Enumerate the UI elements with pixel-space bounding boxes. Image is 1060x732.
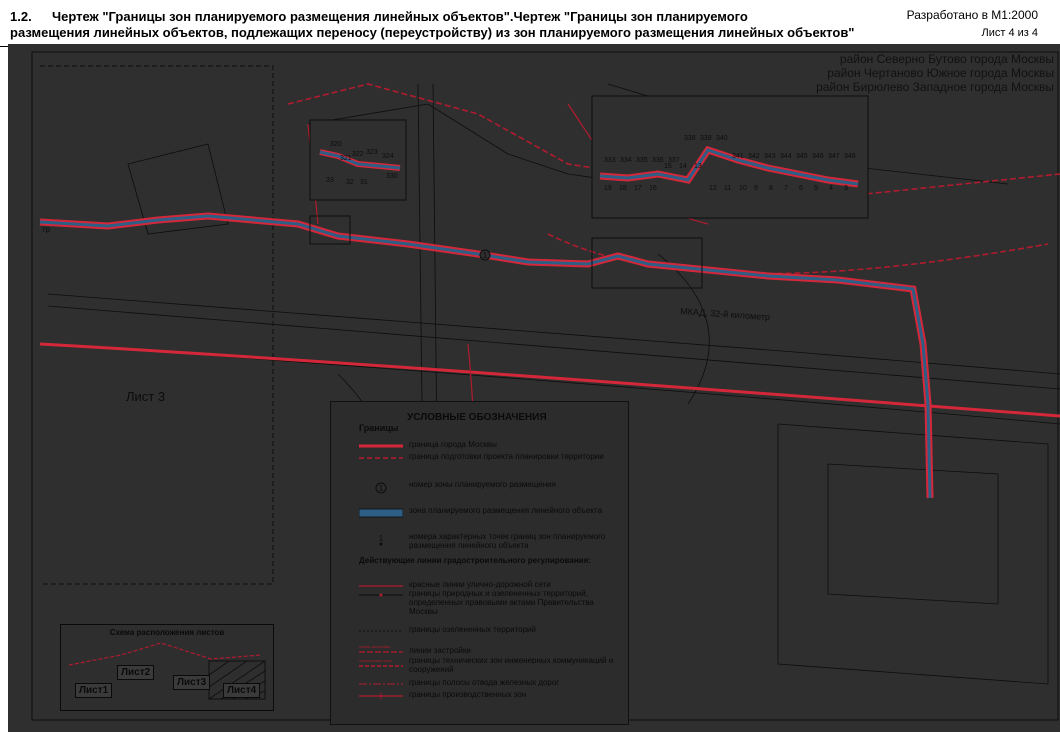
point-label: 323 — [366, 149, 378, 156]
legend-symbol-planning-boundary — [359, 457, 403, 459]
district-label-1: район Северно Бутово города Москвы — [839, 52, 1054, 66]
scheme-sheet-2: Лист2 — [117, 665, 155, 680]
page-header: 1.2. Чертеж "Границы зон планируемого ра… — [0, 0, 1060, 47]
sheet3-label: Лист 3 — [126, 389, 166, 404]
legend-symbol-moscow-boundary — [359, 444, 403, 448]
point-label: 32 — [346, 179, 354, 186]
scheme-sheet-3: Лист3 — [173, 675, 211, 690]
legend-symbol-building-lines: линия застройки — [359, 644, 403, 653]
sheet3-boundary — [40, 65, 274, 585]
point-label: 321 — [340, 155, 352, 162]
title-line-2: размещения линейных объектов, подлежащих… — [10, 25, 855, 40]
legend-symbol-green-territories — [359, 630, 403, 632]
district-label-2: район Чертаново Южное города Москвы — [827, 66, 1054, 80]
legend-title: УСЛОВНЫЕ ОБОЗНАЧЕНИЯ — [407, 412, 547, 423]
legend-symbol-zone-number: 1 — [375, 482, 387, 494]
svg-text:линия застройки: линия застройки — [359, 644, 390, 649]
point-sub-label: 10 — [739, 185, 747, 192]
scheme-sheet-1: Лист1 — [75, 683, 113, 698]
point-sub-label: 19 — [604, 185, 612, 192]
point-sub-label: 9 — [754, 185, 758, 192]
legend-symbol-red-lines — [359, 585, 403, 587]
point-label: 345 — [796, 153, 808, 160]
sheet-layout-scheme: Схема расположения листов Лист1 Лист2 Ли… — [60, 624, 274, 711]
section-number: 1.2. — [10, 9, 32, 24]
page-title: Чертеж "Границы зон планируемого размеще… — [10, 9, 892, 41]
point-label: 336 — [652, 157, 664, 164]
title-line-1: Чертеж "Границы зон планируемого размеще… — [52, 9, 748, 24]
point-label: 342 — [748, 153, 760, 160]
legend-symbol-technical-zones: техническая зона — [359, 658, 403, 667]
point-sub-label: 14 — [679, 163, 687, 170]
point-sub-label: 7 — [784, 185, 788, 192]
point-label: 334 — [620, 157, 632, 164]
point-label: 347 — [828, 153, 840, 160]
point-sub-label: 4 — [829, 185, 833, 192]
svg-text:техническая зона: техническая зона — [359, 658, 392, 663]
point-sub-label: 13 — [694, 163, 702, 170]
legend-symbol-natural-territories — [359, 593, 403, 597]
point-sub-label: 12 — [709, 185, 717, 192]
point-label: 344 — [780, 153, 792, 160]
legend-symbol-industrial-zones — [359, 693, 403, 699]
point-label: 348 — [844, 153, 856, 160]
point-label: 335 — [636, 157, 648, 164]
point-sub-label: 3 — [844, 185, 848, 192]
point-label: 343 — [764, 153, 776, 160]
point-label: 341 — [732, 153, 744, 160]
legend-symbol-planned-zone — [359, 508, 403, 518]
point-sub-label: 17 — [634, 185, 642, 192]
point-sub-label: 15 — [664, 163, 672, 170]
point-label: 333 — [604, 157, 616, 164]
map-frame[interactable]: 1 МКАД, 32-й километр тр 333 334 335 336 337… — [8, 44, 1060, 732]
point-label: 330 — [386, 173, 398, 180]
legend-symbol-railway-strip — [359, 683, 403, 685]
point-label: 324 — [382, 153, 394, 160]
point-sub-label: 5 — [814, 185, 818, 192]
sheet-counter: Лист 4 из 4 — [981, 27, 1039, 39]
svg-text:1: 1 — [379, 484, 384, 493]
point-label: 338 — [684, 135, 696, 142]
legend-regulation-heading: Действующие линии градостроительного рег… — [359, 556, 591, 565]
legend-boundaries-heading: Границы — [359, 423, 399, 433]
point-label: 339 — [700, 135, 712, 142]
map-legend: УСЛОВНЫЕ ОБОЗНАЧЕНИЯ Границы граница гор… — [330, 401, 629, 725]
inset-left — [309, 119, 407, 201]
zone-number-text: 1 — [483, 251, 488, 260]
road-left-label: тр — [42, 225, 51, 234]
point-sub-label: 11 — [724, 185, 731, 192]
point-label: 31 — [360, 179, 368, 186]
point-label: 33 — [326, 177, 334, 184]
scheme-sheet-4: Лист4 — [223, 683, 261, 698]
legend-symbol-point-number: 1 — [379, 534, 384, 546]
point-sub-label: 8 — [769, 185, 773, 192]
district-label-3: район Бирюлево Западное города Москвы — [816, 80, 1054, 94]
mkad-label: МКАД, 32-й километр — [680, 306, 771, 322]
point-label: 346 — [812, 153, 824, 160]
point-label: 320 — [330, 141, 342, 148]
point-sub-label: 6 — [799, 185, 803, 192]
point-label: 322 — [352, 151, 364, 158]
point-label: 340 — [716, 135, 728, 142]
svg-text:1: 1 — [379, 534, 384, 543]
point-sub-label: 16 — [649, 185, 657, 192]
scale-note: Разработано в М1:2000 — [906, 8, 1038, 22]
point-sub-label: 18 — [619, 185, 627, 192]
